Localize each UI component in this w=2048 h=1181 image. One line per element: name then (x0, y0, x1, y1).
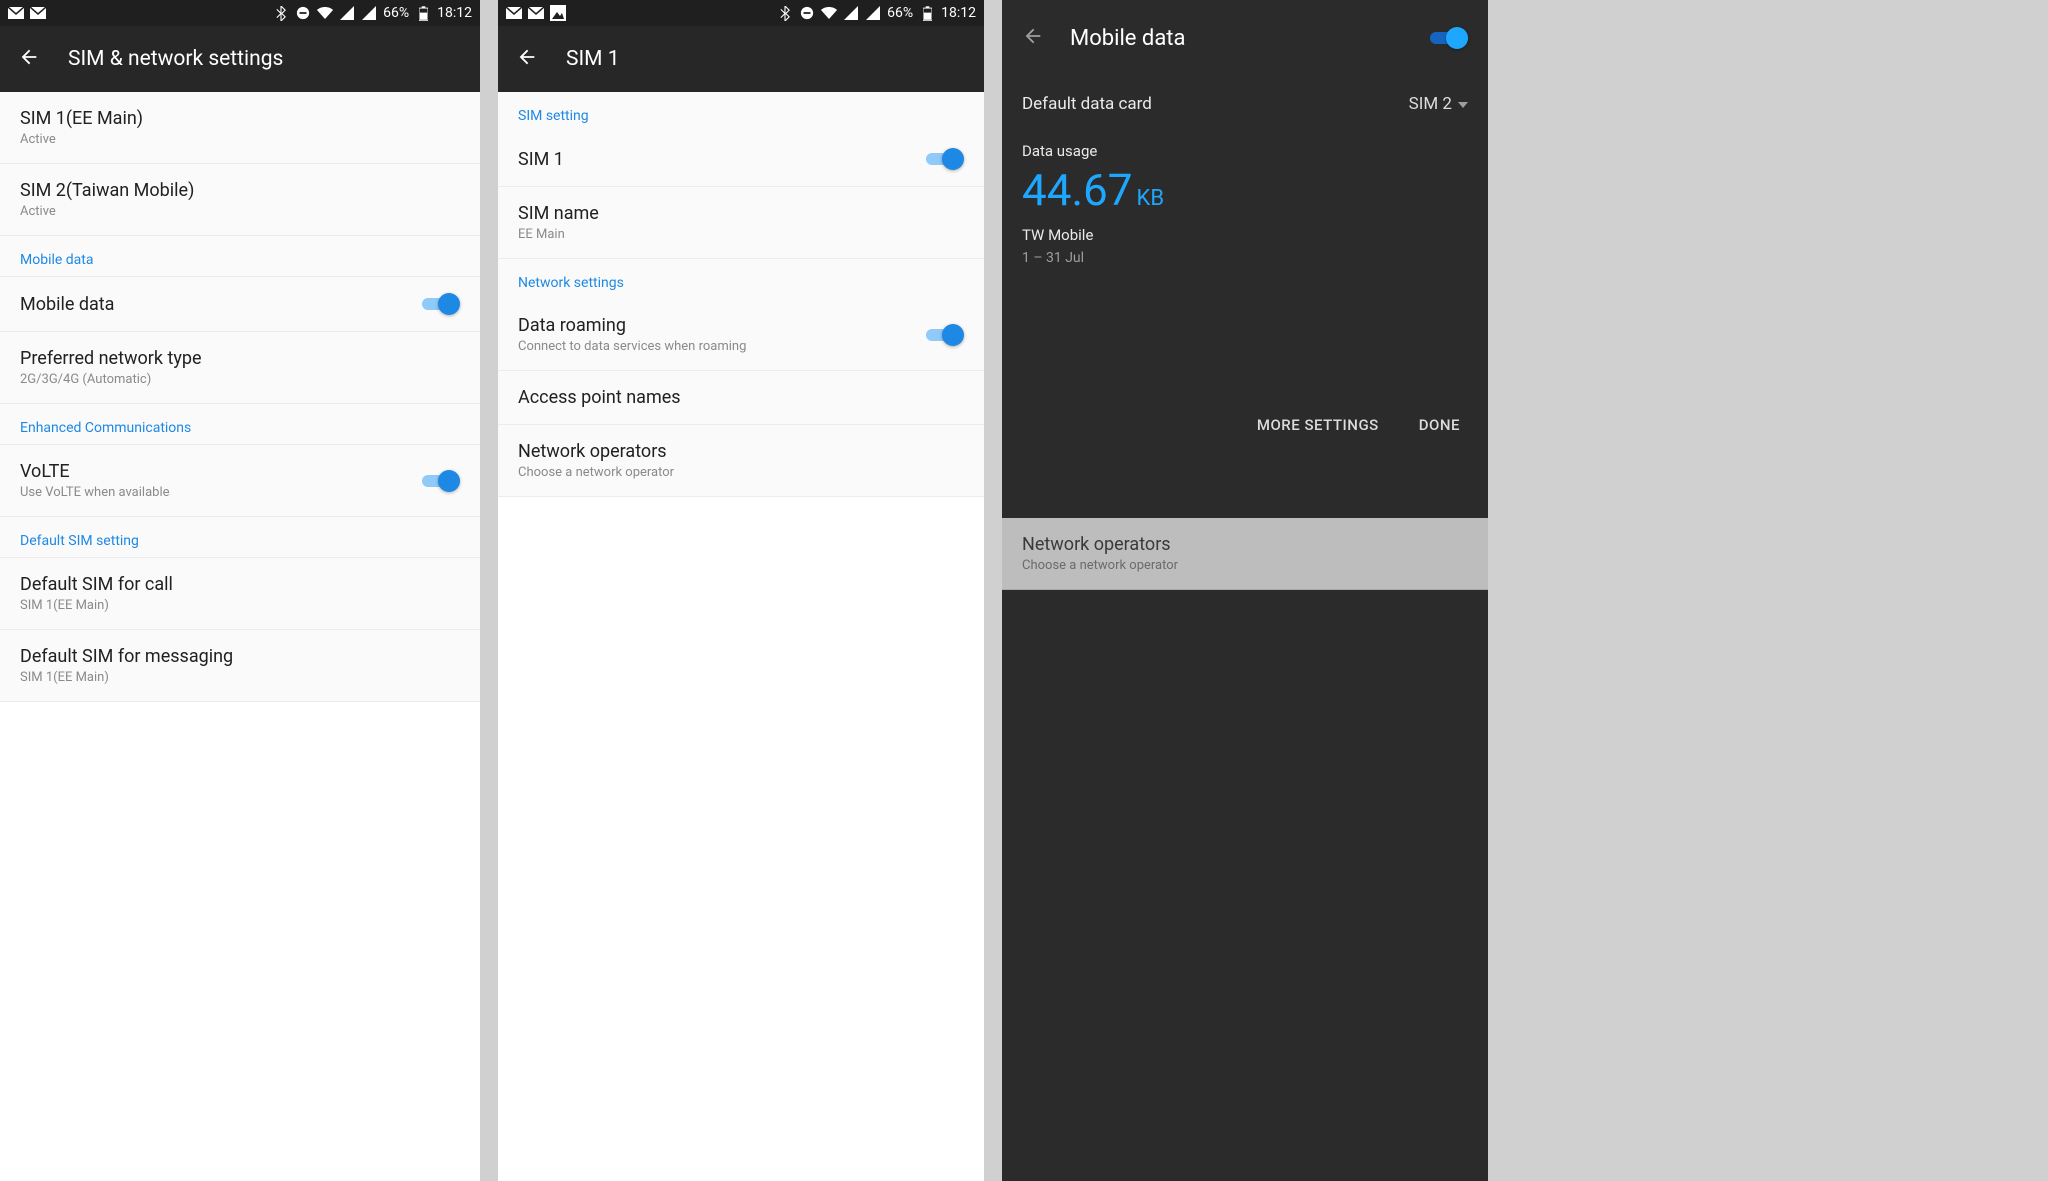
volte-toggle[interactable] (422, 470, 460, 492)
page-title: SIM & network settings (68, 47, 283, 71)
section-mobile-data: Mobile data (0, 236, 480, 277)
sim-name-title: SIM name (518, 203, 964, 224)
battery-pct: 66% (887, 5, 913, 21)
sim-enable-label: SIM 1 (518, 149, 926, 170)
battery-pct: 66% (383, 5, 409, 21)
mail-icon (528, 5, 544, 21)
screen-mobile-data: Network operators Choose a network opera… (1002, 0, 1488, 1181)
app-bar: SIM & network settings (0, 26, 480, 92)
data-roaming-row[interactable]: Data roaming Connect to data services wh… (498, 299, 984, 371)
wifi-icon (821, 5, 837, 21)
battery-icon (415, 5, 431, 21)
default-data-card-value: SIM 2 (1409, 94, 1452, 114)
screen-sim-network: 66% 18:12 SIM & network settings SIM 1(E… (0, 0, 480, 1181)
sim-name-sub: EE Main (518, 227, 964, 242)
default-data-card-label: Default data card (1022, 94, 1409, 114)
sim2-title: SIM 2(Taiwan Mobile) (20, 180, 460, 201)
dnd-icon (295, 5, 311, 21)
default-data-card-row[interactable]: Default data card SIM 2 (1002, 76, 1488, 132)
section-enhanced: Enhanced Communications (0, 404, 480, 445)
volte-sub: Use VoLTE when available (20, 485, 422, 500)
section-default-sim: Default SIM setting (0, 517, 480, 558)
volte-title: VoLTE (20, 461, 422, 482)
status-time: 18:12 (941, 5, 976, 21)
mobile-data-panel: Mobile data Default data card SIM 2 Data… (1002, 0, 1488, 460)
mobile-data-label: Mobile data (20, 294, 422, 315)
data-roaming-title: Data roaming (518, 315, 926, 336)
status-bar: 66% 18:12 (498, 0, 984, 26)
more-settings-button[interactable]: MORE SETTINGS (1257, 416, 1379, 434)
signal-icon (339, 5, 355, 21)
battery-icon (919, 5, 935, 21)
dimmed-background: Network operators Choose a network opera… (1002, 518, 1488, 590)
signal-icon (865, 5, 881, 21)
sim2-status: Active (20, 204, 460, 219)
page-title: Mobile data (1070, 26, 1404, 51)
back-button[interactable] (516, 46, 538, 72)
data-roaming-sub: Connect to data services when roaming (518, 339, 926, 354)
default-sim-call-row[interactable]: Default SIM for call SIM 1(EE Main) (0, 558, 480, 630)
sim1-title: SIM 1(EE Main) (20, 108, 460, 129)
bg-network-operators-title: Network operators (1022, 534, 1468, 555)
data-usage-value: 44.67KB (1022, 168, 1468, 212)
mobile-data-toggle[interactable] (422, 293, 460, 315)
back-button[interactable] (18, 46, 40, 72)
image-icon (550, 5, 566, 21)
sim2-row[interactable]: SIM 2(Taiwan Mobile) Active (0, 164, 480, 236)
default-sim-call-sub: SIM 1(EE Main) (20, 598, 460, 613)
signal-icon (843, 5, 859, 21)
bg-network-operators-row: Network operators Choose a network opera… (1002, 518, 1488, 590)
network-operators-sub: Choose a network operator (518, 465, 964, 480)
data-usage-range: 1 – 31 Jul (1022, 250, 1468, 266)
apn-title: Access point names (518, 387, 964, 408)
app-bar: SIM 1 (498, 26, 984, 92)
sim-enable-toggle[interactable] (926, 148, 964, 170)
wifi-icon (317, 5, 333, 21)
page-title: SIM 1 (566, 47, 620, 71)
default-sim-msg-sub: SIM 1(EE Main) (20, 670, 460, 685)
data-usage-section[interactable]: Data usage 44.67KB TW Mobile 1 – 31 Jul (1002, 132, 1488, 266)
status-time: 18:12 (437, 5, 472, 21)
apn-row[interactable]: Access point names (498, 371, 984, 425)
done-button[interactable]: DONE (1419, 416, 1460, 434)
preferred-network-title: Preferred network type (20, 348, 460, 369)
screen-sim1: 66% 18:12 SIM 1 SIM setting SIM 1 SIM na… (498, 0, 984, 1181)
default-sim-msg-row[interactable]: Default SIM for messaging SIM 1(EE Main) (0, 630, 480, 702)
section-network-settings: Network settings (498, 259, 984, 299)
bluetooth-icon (777, 5, 793, 21)
sim-enable-row[interactable]: SIM 1 (498, 132, 984, 187)
default-sim-msg-title: Default SIM for messaging (20, 646, 460, 667)
mobile-data-master-toggle[interactable] (1430, 27, 1468, 49)
sim1-status: Active (20, 132, 460, 147)
bg-network-operators-sub: Choose a network operator (1022, 558, 1468, 573)
dnd-icon (799, 5, 815, 21)
sim-name-row[interactable]: SIM name EE Main (498, 187, 984, 259)
data-roaming-toggle[interactable] (926, 324, 964, 346)
mail-icon (30, 5, 46, 21)
data-usage-carrier: TW Mobile (1022, 226, 1468, 244)
network-operators-row[interactable]: Network operators Choose a network opera… (498, 425, 984, 497)
app-bar: Mobile data (1002, 0, 1488, 76)
preferred-network-sub: 2G/3G/4G (Automatic) (20, 372, 460, 387)
bluetooth-icon (273, 5, 289, 21)
volte-row[interactable]: VoLTE Use VoLTE when available (0, 445, 480, 517)
preferred-network-row[interactable]: Preferred network type 2G/3G/4G (Automat… (0, 332, 480, 404)
dropdown-icon (1458, 95, 1468, 114)
back-button[interactable] (1022, 25, 1044, 51)
signal-icon (361, 5, 377, 21)
dialog-actions: MORE SETTINGS DONE (1002, 386, 1488, 452)
default-sim-call-title: Default SIM for call (20, 574, 460, 595)
section-sim-setting: SIM setting (498, 92, 984, 132)
mail-icon (506, 5, 522, 21)
network-operators-title: Network operators (518, 441, 964, 462)
status-bar: 66% 18:12 (0, 0, 480, 26)
sim1-row[interactable]: SIM 1(EE Main) Active (0, 92, 480, 164)
mail-icon (8, 5, 24, 21)
mobile-data-row[interactable]: Mobile data (0, 277, 480, 332)
data-usage-label: Data usage (1022, 142, 1468, 160)
